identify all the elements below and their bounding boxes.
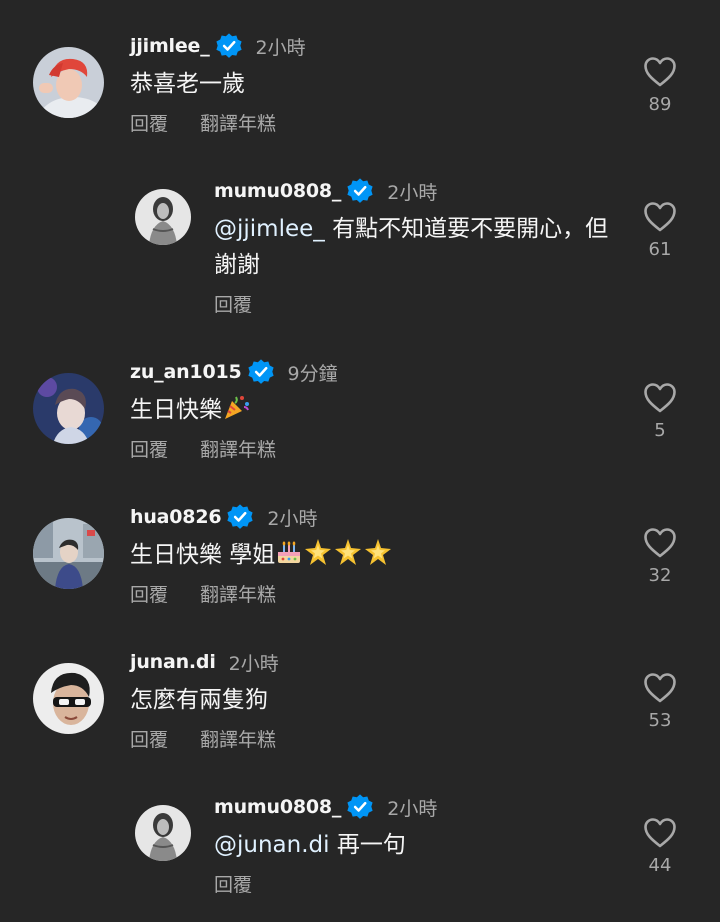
heart-icon[interactable] bbox=[643, 56, 677, 88]
like-control[interactable]: 5 bbox=[630, 382, 690, 441]
like-control[interactable]: 53 bbox=[630, 672, 690, 731]
reply-button[interactable]: 回覆 bbox=[214, 870, 252, 897]
comment-text-line2: 謝謝 bbox=[214, 252, 260, 278]
avatar[interactable] bbox=[33, 373, 104, 444]
verified-badge-icon bbox=[226, 503, 254, 531]
like-control[interactable]: 61 bbox=[630, 201, 690, 260]
heart-icon[interactable] bbox=[643, 527, 677, 559]
username[interactable]: hua0826 bbox=[130, 506, 222, 528]
avatar[interactable] bbox=[33, 518, 104, 589]
glowing-star-icon bbox=[363, 538, 393, 577]
comment-text-body: 生日快樂 bbox=[130, 397, 222, 423]
username[interactable]: mumu0808_ bbox=[214, 180, 341, 202]
translate-button[interactable]: 翻譯年糕 bbox=[200, 580, 276, 607]
username[interactable]: mumu0808_ bbox=[214, 796, 341, 818]
comment-text-body: 再一句 bbox=[329, 832, 406, 858]
verified-badge-icon bbox=[346, 793, 374, 821]
reply-button[interactable]: 回覆 bbox=[130, 725, 168, 752]
timestamp: 9分鐘 bbox=[287, 362, 338, 385]
reply-button[interactable]: 回覆 bbox=[214, 290, 252, 317]
comment-text-line1: 有點不知道要不要開心，但 bbox=[324, 216, 609, 242]
avatar[interactable] bbox=[33, 663, 104, 734]
comment-text: 怎麼有兩隻狗 bbox=[130, 687, 268, 713]
timestamp: 2小時 bbox=[228, 652, 279, 675]
avatar[interactable] bbox=[33, 47, 104, 118]
like-count: 44 bbox=[648, 855, 672, 876]
username[interactable]: junan.di bbox=[130, 651, 216, 673]
username[interactable]: zu_an1015 bbox=[130, 361, 242, 383]
glowing-star-icon bbox=[333, 538, 363, 577]
timestamp: 2小時 bbox=[387, 181, 438, 204]
heart-icon[interactable] bbox=[643, 817, 677, 849]
like-control[interactable]: 44 bbox=[630, 817, 690, 876]
birthday-cake-icon bbox=[275, 538, 303, 577]
like-control[interactable]: 32 bbox=[630, 527, 690, 586]
verified-badge-icon bbox=[346, 177, 374, 205]
timestamp: 2小時 bbox=[387, 797, 438, 820]
comment-text-body: 生日快樂 學姐 bbox=[130, 542, 276, 568]
timestamp: 2小時 bbox=[255, 36, 306, 59]
heart-icon[interactable] bbox=[643, 201, 677, 233]
verified-badge-icon bbox=[247, 358, 275, 386]
translate-button[interactable]: 翻譯年糕 bbox=[200, 725, 276, 752]
like-control[interactable]: 89 bbox=[630, 56, 690, 115]
like-count: 32 bbox=[648, 565, 672, 586]
translate-button[interactable]: 翻譯年糕 bbox=[200, 109, 276, 136]
verified-badge-icon bbox=[215, 32, 243, 60]
party-popper-icon bbox=[222, 393, 250, 432]
comment-text: @junan.di 再一句 bbox=[214, 827, 406, 863]
comment-text: 生日快樂 學姐 bbox=[130, 537, 393, 577]
heart-icon[interactable] bbox=[643, 382, 677, 414]
like-count: 61 bbox=[648, 239, 672, 260]
comment-text: 恭喜老一歲 bbox=[130, 71, 245, 97]
avatar[interactable] bbox=[135, 189, 191, 245]
like-count: 5 bbox=[654, 420, 666, 441]
timestamp: 2小時 bbox=[267, 507, 318, 530]
comment-text: 生日快樂 bbox=[130, 392, 250, 432]
avatar[interactable] bbox=[135, 805, 191, 861]
reply-button[interactable]: 回覆 bbox=[130, 580, 168, 607]
like-count: 89 bbox=[648, 94, 672, 115]
reply-button[interactable]: 回覆 bbox=[130, 435, 168, 462]
reply-button[interactable]: 回覆 bbox=[130, 109, 168, 136]
mention-link[interactable]: @junan.di bbox=[214, 832, 330, 858]
mention-link[interactable]: @jjimlee_ bbox=[214, 216, 325, 242]
glowing-star-icon bbox=[303, 538, 333, 577]
comment-text: @jjimlee_ 有點不知道要不要開心，但 謝謝 bbox=[214, 211, 614, 283]
translate-button[interactable]: 翻譯年糕 bbox=[200, 435, 276, 462]
like-count: 53 bbox=[648, 710, 672, 731]
heart-icon[interactable] bbox=[643, 672, 677, 704]
username[interactable]: jjimlee_ bbox=[130, 35, 210, 57]
